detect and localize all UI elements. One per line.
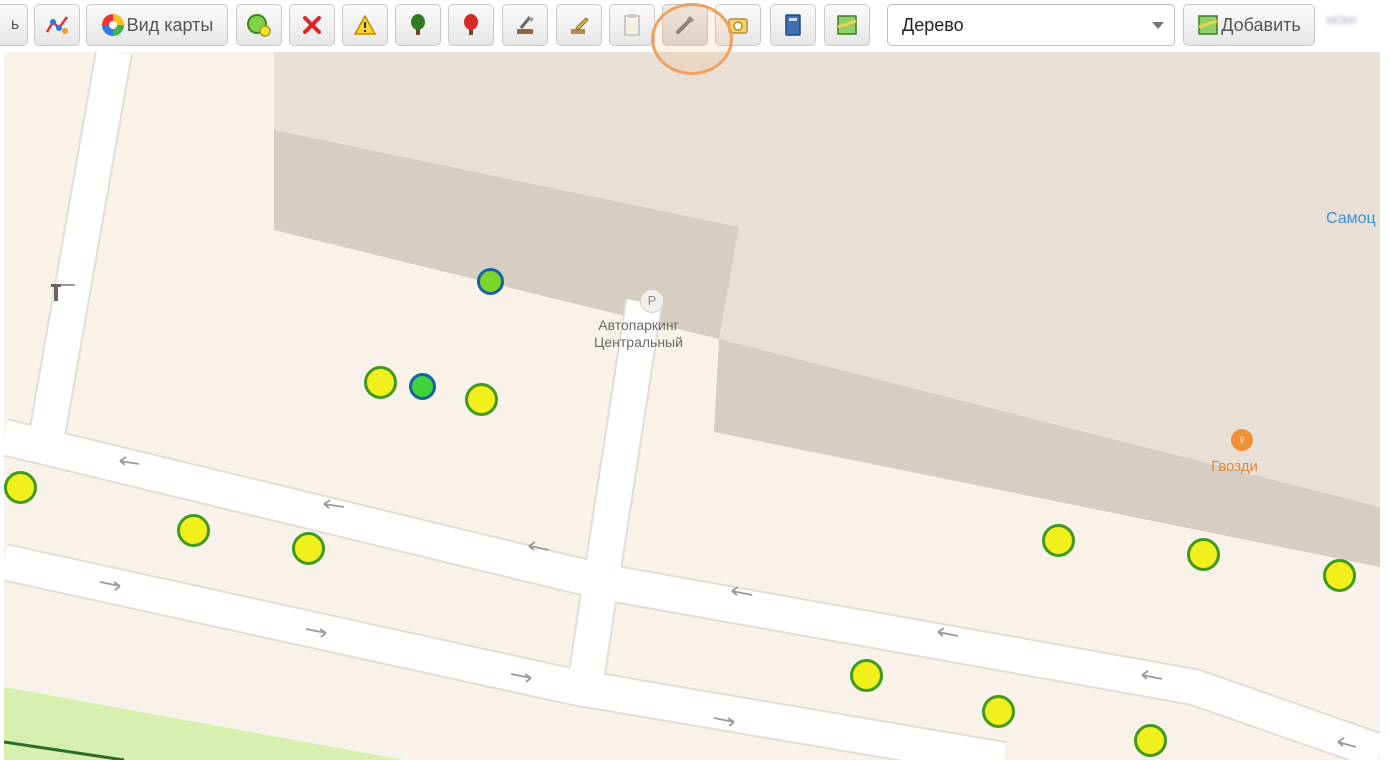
delete-button[interactable] (289, 4, 335, 46)
tree-marker-selected[interactable] (409, 373, 436, 400)
parking-label: Автопаркинг Центральный (594, 317, 683, 351)
map-view-label: Вид карты (126, 14, 214, 35)
red-cross-icon (303, 16, 321, 34)
tree-marker[interactable] (850, 659, 883, 692)
object-type-value: Дерево (902, 14, 964, 35)
map-canvas[interactable]: P Автопаркинг Центральный ♀ Гвозди Самоц (4, 52, 1380, 760)
cafe-label: Гвозди (1211, 458, 1258, 475)
grass-strip (4, 687, 404, 760)
map-icon (1198, 15, 1218, 35)
tree-marker[interactable] (1134, 724, 1167, 757)
object-type-select[interactable]: Дерево (887, 4, 1175, 46)
route-icon (45, 16, 69, 34)
poi-label-partial: Самоц (1326, 210, 1376, 227)
parking-icon[interactable]: P (640, 289, 664, 313)
tree-marker[interactable] (465, 383, 498, 416)
tree-marker-selected[interactable] (477, 268, 504, 295)
map-base (4, 52, 1380, 760)
cafe-icon[interactable]: ♀ (1231, 429, 1253, 451)
tree-marker[interactable] (1323, 559, 1356, 592)
axe-tree-icon (517, 16, 534, 34)
pencil-tree-icon (571, 17, 589, 34)
green-circle-plus-icon (247, 14, 271, 37)
green-tree-icon (411, 14, 425, 35)
parking-symbol: P (647, 293, 657, 308)
red-tree-button[interactable] (448, 4, 494, 46)
click-highlight (651, 3, 733, 75)
parking-label-line2: Центральный (594, 334, 683, 350)
chevron-down-icon[interactable] (1152, 21, 1164, 29)
tree-marker[interactable] (292, 532, 325, 565)
tree-marker[interactable] (1187, 538, 1220, 571)
user-name: victor (1326, 12, 1358, 27)
edit-tree-button[interactable] (556, 4, 602, 46)
green-tree-button[interactable] (395, 4, 441, 46)
add-button[interactable]: Добавить (1183, 4, 1315, 46)
map-icon (837, 15, 857, 35)
partial-button-label: ь (10, 16, 20, 33)
tree-marker[interactable] (1042, 524, 1075, 557)
map-view-button[interactable]: Вид карты (86, 4, 228, 46)
tree-marker[interactable] (982, 695, 1015, 728)
partial-toolbar-button[interactable]: ь (0, 4, 28, 46)
cut-tree-button[interactable] (502, 4, 548, 46)
clipboard-icon (624, 14, 640, 36)
route-button[interactable] (34, 4, 80, 46)
red-tree-icon (464, 14, 478, 35)
tree-marker[interactable] (4, 471, 37, 504)
map-add-button[interactable] (824, 4, 870, 46)
book-button[interactable] (770, 4, 816, 46)
add-button-label: Добавить (1221, 14, 1301, 35)
tree-marker[interactable] (177, 514, 210, 547)
clipboard-button[interactable] (609, 4, 655, 46)
warning-button[interactable] (342, 4, 388, 46)
tree-marker[interactable] (364, 366, 397, 399)
add-zone-button[interactable] (236, 4, 282, 46)
parking-label-line1: Автопаркинг (598, 317, 679, 333)
book-icon (785, 14, 801, 36)
warning-triangle-icon (353, 14, 377, 35)
color-wheel-icon (101, 14, 124, 36)
